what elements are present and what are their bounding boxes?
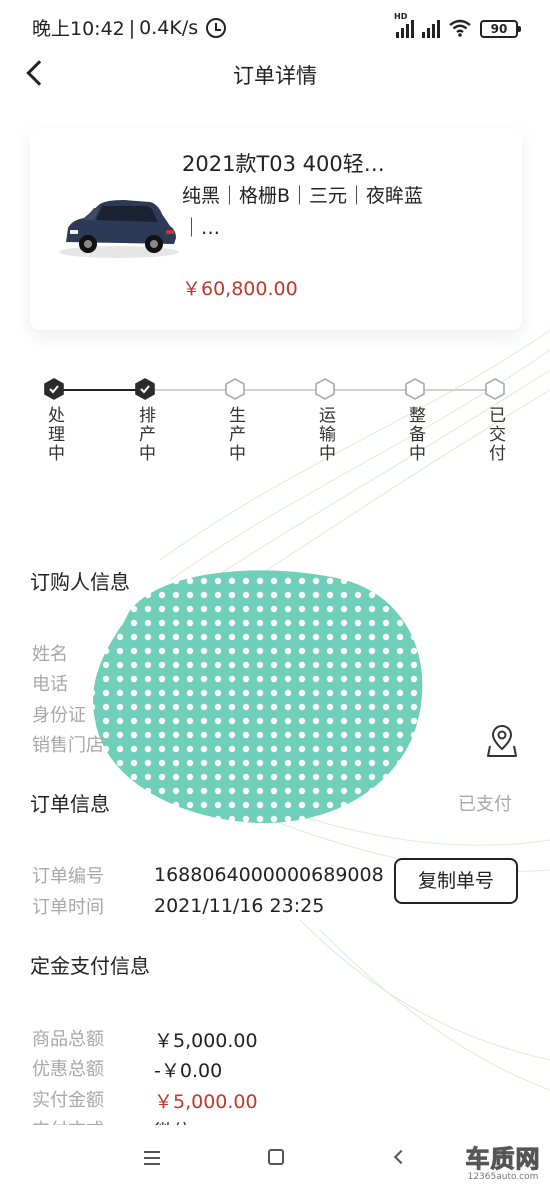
wifi-icon xyxy=(448,18,472,38)
product-card[interactable]: 2021款T03 400轻… 纯黑｜格栅B｜三元｜夜眸蓝｜… ￥60,800.0… xyxy=(30,128,522,330)
discount-total-label: 优惠总额 xyxy=(32,1059,104,1080)
order-time: 2021/11/16 23:25 xyxy=(154,895,325,917)
order-section-title: 订单信息 xyxy=(30,792,110,816)
hex-icon xyxy=(225,378,245,400)
goods-total-label: 商品总额 xyxy=(32,1029,104,1050)
paid-amount-label: 实付金额 xyxy=(32,1090,104,1111)
check-hex-icon xyxy=(135,378,155,400)
discount-total: -￥0.00 xyxy=(154,1060,223,1082)
progress-step: 处理中 xyxy=(39,378,69,467)
system-nav-bar: 车质网 12365auto.com xyxy=(0,1125,550,1191)
clock: 晚上10:42 xyxy=(32,18,125,40)
location-icon[interactable] xyxy=(486,722,518,758)
progress-step-label: 整备中 xyxy=(405,406,425,463)
product-title: 2021款T03 400轻… xyxy=(182,152,385,176)
progress-step: 整备中 xyxy=(400,378,430,467)
battery-icon: 90 xyxy=(480,20,521,38)
page-title: 订单详情 xyxy=(233,64,317,88)
progress-step: 生产中 xyxy=(220,378,250,467)
network-speed: 0.4K/s xyxy=(139,16,199,39)
status-left: 晚上10:42 | 0.4K/s xyxy=(32,14,227,41)
hex-icon xyxy=(315,378,335,400)
hex-icon xyxy=(405,378,425,400)
status-right: HD 90 xyxy=(394,12,521,38)
buyer-section-title: 订购人信息 xyxy=(30,570,130,594)
phone-label: 电话 xyxy=(32,674,68,695)
watermark: 车质网 12365auto.com xyxy=(458,1139,548,1183)
product-spec: 纯黑｜格栅B｜三元｜夜眸蓝｜… xyxy=(182,185,424,239)
deposit-section-title: 定金支付信息 xyxy=(30,954,150,978)
name-label: 姓名 xyxy=(32,644,68,665)
alarm-icon xyxy=(206,17,227,38)
watermark-url: 12365auto.com xyxy=(467,1172,539,1182)
menu-icon[interactable] xyxy=(144,1151,160,1165)
paid-amount: ￥5,000.00 xyxy=(154,1091,258,1113)
product-price: ￥60,800.00 xyxy=(182,278,298,300)
status-bar: 晚上10:42 | 0.4K/s HD 90 xyxy=(0,0,550,52)
progress-step: 已交付 xyxy=(480,378,510,467)
order-number: 1688064000000689008 xyxy=(154,864,384,886)
nav-bar: 订单详情 xyxy=(0,52,550,98)
payment-status: 已支付 xyxy=(458,794,512,815)
privacy-mask xyxy=(93,570,423,824)
id-card-label: 身份证 xyxy=(32,705,86,726)
progress-step-label: 生产中 xyxy=(225,406,245,463)
progress-step: 排产中 xyxy=(130,378,160,467)
return-icon[interactable] xyxy=(393,1149,409,1165)
signal-icon-2 xyxy=(422,18,440,38)
progress-step-label: 已交付 xyxy=(485,406,505,463)
separator: | xyxy=(128,16,136,39)
home-icon[interactable] xyxy=(268,1149,284,1165)
goods-total: ￥5,000.00 xyxy=(154,1030,258,1052)
hd-tag: HD xyxy=(394,12,408,21)
watermark-logo: 车质网 xyxy=(465,1145,541,1174)
store-label: 销售门店 xyxy=(32,735,104,756)
check-hex-icon xyxy=(44,378,64,400)
progress-step-label: 处理中 xyxy=(44,406,64,463)
order-number-label: 订单编号 xyxy=(32,866,104,887)
hex-icon xyxy=(485,378,505,400)
progress-step-label: 排产中 xyxy=(135,406,155,463)
order-time-label: 订单时间 xyxy=(32,897,104,918)
signal-icon: HD xyxy=(394,12,414,38)
car-image xyxy=(59,200,179,258)
progress-step: 运输中 xyxy=(310,378,340,467)
order-progress: 处理中 排产中 生产中 运输中 整备中 已交付 xyxy=(0,378,550,488)
progress-step-label: 运输中 xyxy=(315,406,335,463)
copy-order-number-button[interactable]: 复制单号 xyxy=(394,858,518,904)
